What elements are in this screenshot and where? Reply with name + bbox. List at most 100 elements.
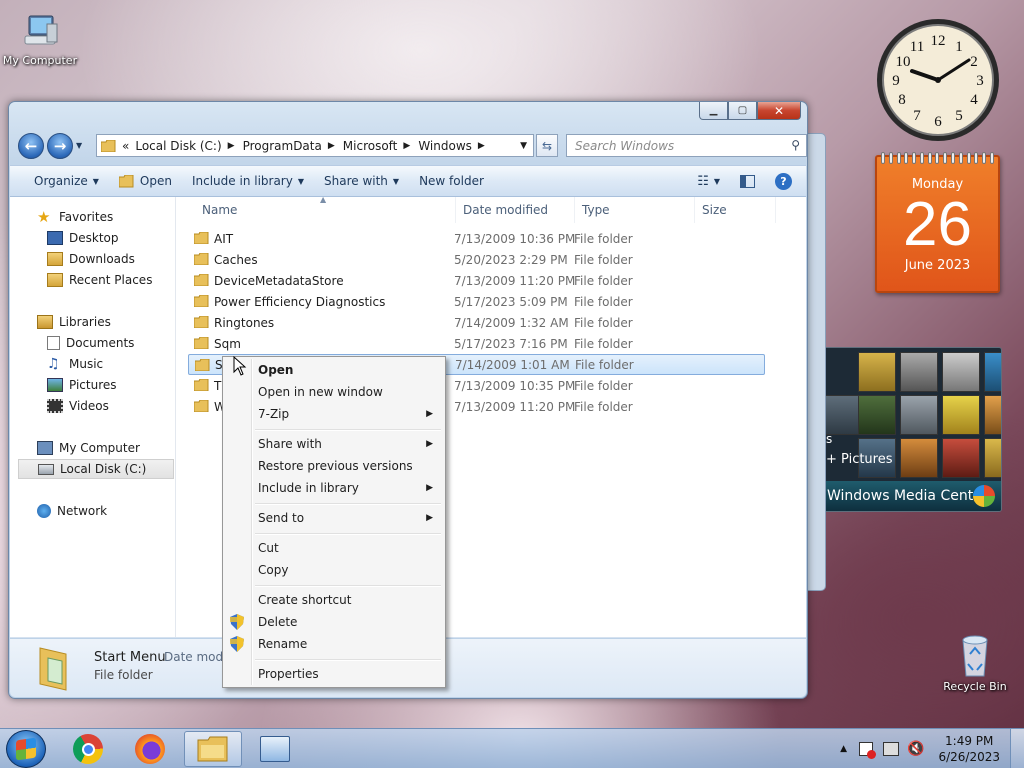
help-button[interactable]: ? (765, 172, 802, 190)
maximize-button[interactable]: ▢ (728, 102, 757, 120)
nav-network[interactable]: Network (37, 501, 107, 521)
breadcrumb-programdata[interactable]: ProgramData (243, 139, 322, 153)
file-row[interactable]: Power Efficiency Diagnostics 5/17/2023 5:… (188, 291, 765, 312)
open-button[interactable]: Open (109, 174, 182, 188)
preview-pane-button[interactable] (730, 174, 765, 188)
menu-item-restore-previous-versions[interactable]: Restore previous versions (225, 455, 443, 477)
file-name: T (214, 378, 222, 393)
breadcrumb-arrow-icon[interactable]: ▶ (403, 141, 410, 151)
menu-item-include-in-library[interactable]: Include in library ▶ (225, 477, 443, 499)
menu-item-properties[interactable]: Properties (225, 663, 443, 685)
show-hidden-icons-button[interactable]: ▲ (840, 744, 847, 754)
show-desktop-button[interactable] (1010, 729, 1024, 768)
column-label: Type (582, 203, 610, 217)
nav-documents[interactable]: Documents (47, 333, 134, 353)
file-row[interactable]: Sqm 5/17/2023 7:16 PM File folder (188, 333, 765, 354)
computer-icon (37, 441, 53, 455)
column-header-date[interactable]: Date modified (456, 197, 575, 223)
search-icon[interactable]: ⚲ (791, 138, 800, 152)
nav-videos[interactable]: Videos (47, 396, 109, 416)
nav-desktop[interactable]: Desktop (47, 228, 119, 248)
tray-time: 1:49 PM (945, 734, 994, 748)
menu-label: Create shortcut (258, 593, 352, 607)
breadcrumb-arrow-icon[interactable]: ▶ (328, 141, 335, 151)
menu-item-7zip[interactable]: 7-Zip ▶ (225, 403, 443, 425)
organize-button[interactable]: Organize ▼ (24, 174, 109, 188)
volume-muted-icon[interactable]: 🔇 (907, 741, 924, 757)
clock-gadget[interactable]: 12 1 2 3 4 5 6 7 8 9 10 11 (874, 18, 1002, 144)
nav-pictures[interactable]: Pictures (47, 375, 117, 395)
share-with-button[interactable]: Share with ▼ (314, 174, 409, 188)
minimize-button[interactable]: ▁ (699, 102, 728, 120)
menu-item-cut[interactable]: Cut (225, 537, 443, 559)
column-header-name[interactable]: Name ▲ (184, 195, 456, 223)
menu-separator (255, 533, 441, 535)
nav-label: Local Disk (C:) (60, 462, 147, 476)
breadcrumb-overflow[interactable]: « (122, 139, 129, 153)
nav-music[interactable]: ♫ Music (47, 354, 103, 374)
windows-logo-icon (16, 737, 36, 761)
taskbar-chrome-button[interactable] (59, 731, 117, 767)
recent-pages-dropdown-icon[interactable]: ▼ (76, 141, 82, 150)
media-center-gadget[interactable]: s + Pictures Windows Media Center (822, 347, 1002, 512)
nav-libraries[interactable]: Libraries (37, 312, 111, 332)
menu-label: Send to (258, 511, 305, 525)
close-button[interactable]: ✕ (757, 102, 801, 120)
action-center-icon[interactable] (859, 742, 877, 759)
address-bar[interactable]: « Local Disk (C:) ▶ ProgramData ▶ Microsof… (96, 134, 534, 157)
menu-item-delete[interactable]: Delete (225, 611, 443, 633)
change-view-button[interactable]: ☷ ▼ (687, 174, 730, 189)
menu-item-open-new-window[interactable]: Open in new window (225, 381, 443, 403)
menu-item-copy[interactable]: Copy (225, 559, 443, 581)
file-row[interactable]: Caches 5/20/2023 2:29 PM File folder (188, 249, 765, 270)
nav-favorites[interactable]: ★ Favorites (37, 207, 113, 227)
file-type: File folder (574, 294, 633, 309)
videos-icon (47, 399, 63, 413)
include-in-library-button[interactable]: Include in library ▼ (182, 174, 314, 188)
share-with-label: Share with (324, 174, 388, 188)
recent-places-icon (47, 273, 63, 287)
breadcrumb-local-disk[interactable]: Local Disk (C:) (135, 139, 221, 153)
taskbar-firefox-button[interactable] (121, 731, 179, 767)
nav-my-computer[interactable]: My Computer (37, 438, 140, 458)
clock-numeral: 6 (934, 114, 942, 130)
breadcrumb-arrow-icon[interactable]: ▶ (478, 141, 485, 151)
column-header-type[interactable]: Type (575, 197, 695, 223)
menu-item-create-shortcut[interactable]: Create shortcut (225, 589, 443, 611)
breadcrumb-arrow-icon[interactable]: ▶ (228, 141, 235, 151)
menu-item-rename[interactable]: Rename (225, 633, 443, 655)
back-button[interactable]: ← (18, 133, 44, 159)
clock-tray[interactable]: 1:49 PM 6/26/2023 (938, 733, 1000, 765)
taskbar: ▲ 🔇 1:49 PM 6/26/2023 (0, 728, 1024, 768)
nav-local-disk[interactable]: Local Disk (C:) (18, 459, 174, 479)
refresh-button[interactable]: ⇆ (536, 134, 558, 157)
menu-label: Open in new window (258, 385, 383, 399)
menu-label: Cut (258, 541, 279, 555)
address-dropdown-icon[interactable]: ▼ (520, 141, 527, 151)
file-row[interactable]: Ringtones 7/14/2009 1:32 AM File folder (188, 312, 765, 333)
nav-recent-places[interactable]: Recent Places (47, 270, 152, 290)
menu-separator (255, 429, 441, 431)
search-input[interactable]: Search Windows ⚲ (566, 134, 807, 157)
libraries-icon (37, 315, 53, 329)
menu-item-send-to[interactable]: Send to ▶ (225, 507, 443, 529)
network-status-icon[interactable] (883, 742, 900, 756)
taskbar-control-panel-button[interactable] (246, 731, 304, 767)
submenu-arrow-icon: ▶ (426, 513, 433, 523)
taskbar-explorer-button[interactable] (184, 731, 242, 767)
column-header-size[interactable]: Size (695, 197, 776, 223)
new-folder-button[interactable]: New folder (409, 174, 494, 188)
breadcrumb-microsoft[interactable]: Microsoft (343, 139, 398, 153)
file-row[interactable]: AIT 7/13/2009 10:36 PM File folder (188, 228, 765, 249)
menu-item-share-with[interactable]: Share with ▶ (225, 433, 443, 455)
nav-downloads[interactable]: Downloads (47, 249, 135, 269)
nav-label: Recent Places (69, 273, 153, 287)
menu-item-open[interactable]: Open (225, 359, 443, 381)
breadcrumb-windows[interactable]: Windows (418, 139, 472, 153)
desktop-icon-recycle-bin[interactable]: Recycle Bin (935, 632, 1015, 693)
file-row[interactable]: DeviceMetadataStore 7/13/2009 11:20 PM Fil… (188, 270, 765, 291)
start-button[interactable] (6, 730, 46, 768)
desktop-icon-my-computer[interactable]: My Computer (0, 10, 80, 67)
calendar-gadget[interactable]: Monday 26 June 2023 (875, 152, 1000, 293)
forward-button[interactable]: → (47, 133, 73, 159)
